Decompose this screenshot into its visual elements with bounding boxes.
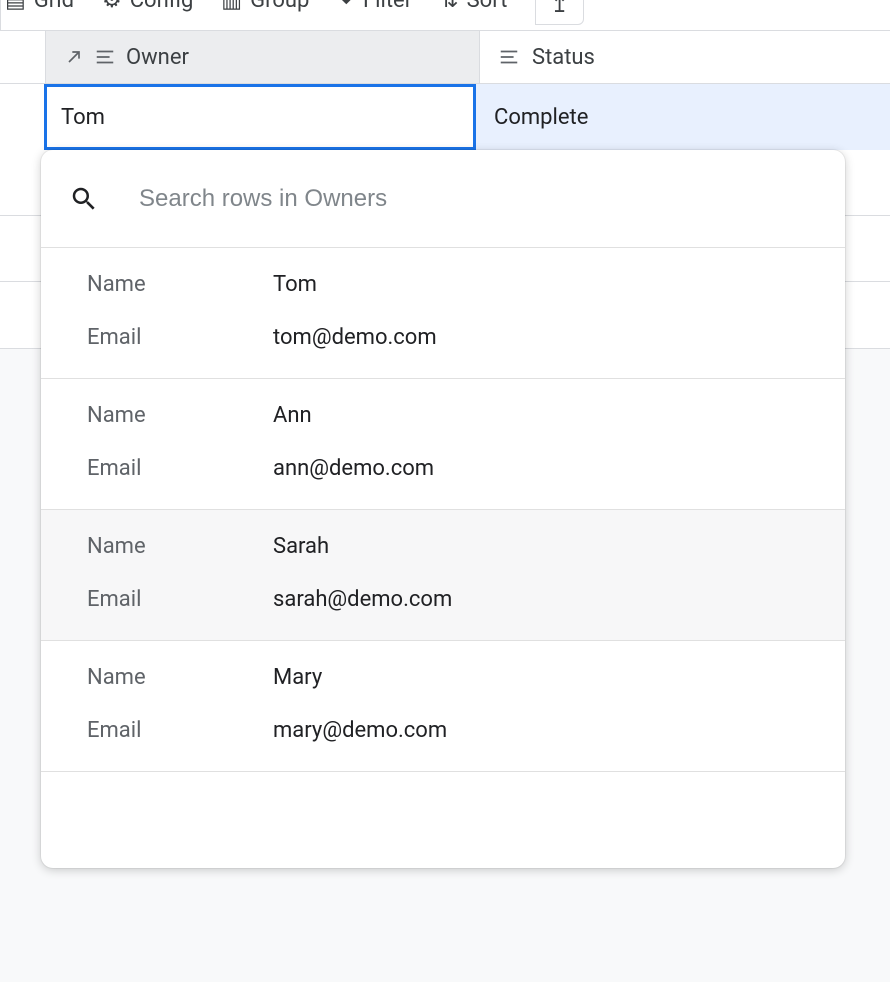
- table-row[interactable]: Tom Complete: [0, 84, 890, 150]
- field-label-name: Name: [87, 272, 273, 297]
- toolbar-config-label: Config: [130, 0, 194, 13]
- search-input[interactable]: [137, 184, 817, 214]
- field-value-email: tom@demo.com: [273, 325, 437, 350]
- cell-status[interactable]: Complete: [476, 84, 890, 150]
- cell-owner[interactable]: Tom: [44, 84, 476, 150]
- toolbar-config[interactable]: ⚙ Config: [102, 0, 193, 13]
- text-list-icon: [94, 46, 116, 68]
- field-value-email: sarah@demo.com: [273, 587, 452, 612]
- field-label-email: Email: [87, 325, 273, 350]
- toolbar-filter[interactable]: ⏷ Filter: [337, 0, 412, 13]
- row-gutter[interactable]: [0, 84, 46, 150]
- field-value-name: Tom: [273, 272, 317, 297]
- picker-option[interactable]: NameTom Emailtom@demo.com: [41, 248, 845, 379]
- field-value-name: Mary: [273, 665, 322, 690]
- picker-option[interactable]: NameSarah Emailsarah@demo.com: [41, 510, 845, 641]
- grid-icon: ▤: [5, 0, 26, 13]
- toolbar-grid[interactable]: ▤ Grid: [5, 0, 74, 13]
- picker-option[interactable]: NameMary Emailmary@demo.com: [41, 641, 845, 772]
- search-row: [41, 150, 845, 248]
- popup-footer-space: [41, 772, 845, 868]
- toolbar-collapse[interactable]: ↥: [535, 0, 583, 25]
- toolbar-group[interactable]: ▥ Group: [221, 0, 309, 13]
- cell-owner-value: Tom: [61, 105, 105, 130]
- column-header-status[interactable]: Status: [480, 31, 890, 83]
- row-gutter: [0, 31, 46, 83]
- field-value-email: ann@demo.com: [273, 456, 434, 481]
- field-label-email: Email: [87, 587, 273, 612]
- text-list-icon: [498, 46, 520, 68]
- column-header-status-label: Status: [532, 45, 595, 70]
- column-header-owner-label: Owner: [126, 45, 189, 70]
- sort-icon: ⇅: [440, 0, 458, 13]
- picker-option[interactable]: NameAnn Emailann@demo.com: [41, 379, 845, 510]
- group-icon: ▥: [221, 0, 242, 13]
- toolbar-group-label: Group: [250, 0, 309, 13]
- cell-status-value: Complete: [494, 105, 588, 130]
- field-label-name: Name: [87, 534, 273, 559]
- toolbar-sort-label: Sort: [467, 0, 508, 13]
- column-header-row: Owner Status: [0, 30, 890, 84]
- field-label-email: Email: [87, 718, 273, 743]
- field-value-name: Sarah: [273, 534, 329, 559]
- field-value-email: mary@demo.com: [273, 718, 447, 743]
- column-header-owner[interactable]: Owner: [46, 31, 480, 83]
- filter-icon: ⏷: [337, 0, 355, 13]
- field-label-name: Name: [87, 665, 273, 690]
- toolbar: ▤ Grid ⚙ Config ▥ Group ⏷ Filter ⇅ Sort …: [0, 0, 890, 30]
- toolbar-sort[interactable]: ⇅ Sort: [440, 0, 507, 13]
- toolbar-grid-label: Grid: [34, 0, 74, 13]
- arrow-up-icon: ↥: [550, 0, 568, 18]
- field-label-email: Email: [87, 456, 273, 481]
- reference-icon: [64, 47, 84, 67]
- field-value-name: Ann: [273, 403, 312, 428]
- field-label-name: Name: [87, 403, 273, 428]
- gear-icon: ⚙: [102, 0, 122, 13]
- search-icon: [69, 184, 99, 214]
- reference-picker-popup: NameTomEmailtom@demo.comNameAnnEmailann@…: [41, 150, 845, 868]
- toolbar-filter-label: Filter: [363, 0, 412, 13]
